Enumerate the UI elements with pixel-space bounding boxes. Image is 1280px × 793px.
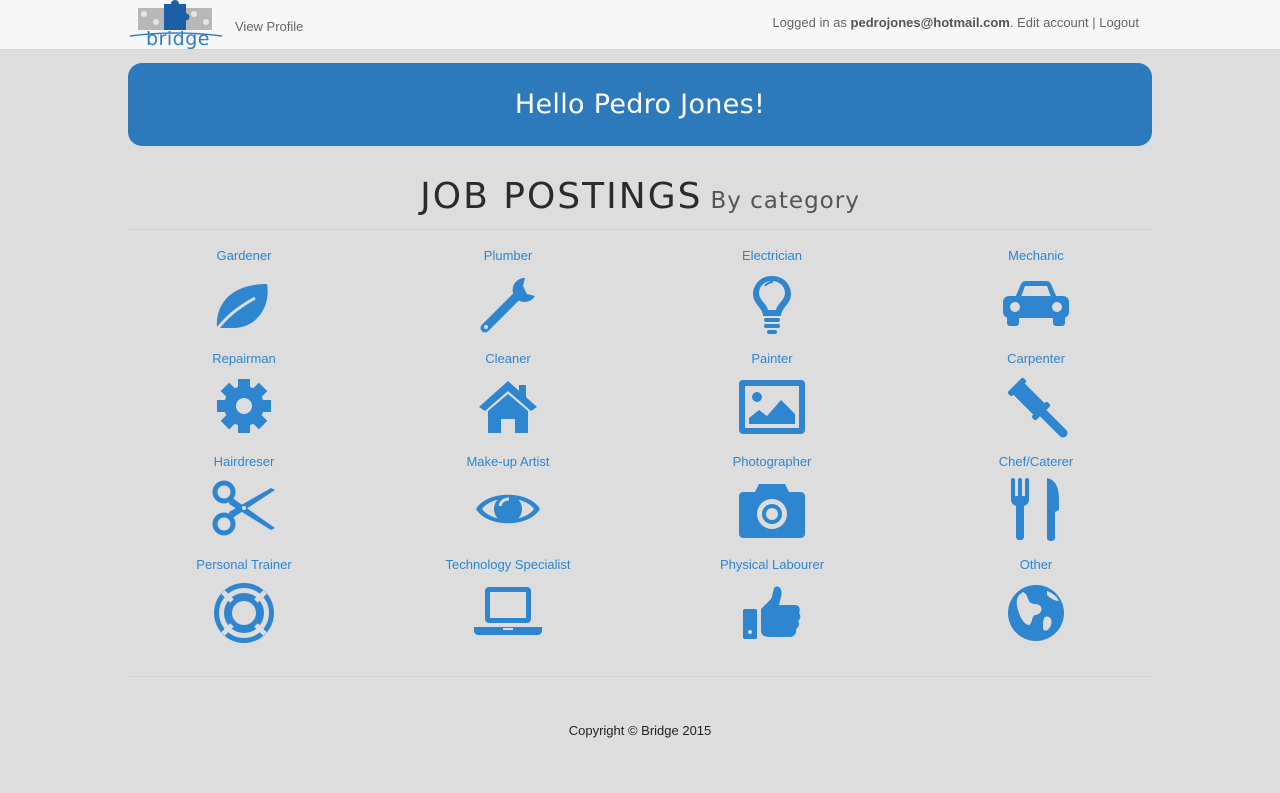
period: . xyxy=(1009,15,1018,30)
laptop-icon xyxy=(471,579,545,645)
category-repairman[interactable]: Repairman xyxy=(112,351,376,454)
scissors-icon xyxy=(207,476,281,542)
section-heading: JOB POSTINGS By category xyxy=(128,176,1152,217)
cutlery-icon xyxy=(999,476,1073,542)
account-status: Logged in as pedrojones@hotmail.com. Edi… xyxy=(772,15,1139,30)
category-makeup-artist[interactable]: Make-up Artist xyxy=(376,454,640,557)
picture-icon xyxy=(735,373,809,439)
category-hairdresser[interactable]: Hairdreser xyxy=(112,454,376,557)
category-painter[interactable]: Painter xyxy=(640,351,904,454)
category-gardener[interactable]: Gardener xyxy=(112,248,376,351)
camera-icon xyxy=(735,476,809,542)
separator: | xyxy=(1088,15,1100,30)
car-icon xyxy=(999,270,1073,336)
section-subtitle: By category xyxy=(710,188,860,214)
lightbulb-icon xyxy=(735,270,809,336)
category-label: Technology Specialist xyxy=(445,557,571,572)
category-label: Repairman xyxy=(212,351,276,366)
category-chef-caterer[interactable]: Chef/Caterer xyxy=(904,454,1168,557)
top-navbar: bridge View Profile Logged in as pedrojo… xyxy=(0,0,1280,50)
logo-text: bridge xyxy=(146,28,210,50)
category-label: Plumber xyxy=(483,248,533,263)
globe-icon xyxy=(999,579,1073,645)
category-personal-trainer[interactable]: Personal Trainer xyxy=(112,557,376,660)
category-label: Personal Trainer xyxy=(196,557,292,572)
category-label: Cleaner xyxy=(485,351,531,366)
divider-top xyxy=(128,229,1152,230)
category-label: Carpenter xyxy=(1007,351,1065,366)
category-label: Photographer xyxy=(732,454,812,469)
category-physical-labourer[interactable]: Physical Labourer xyxy=(640,557,904,660)
logged-in-prefix: Logged in as xyxy=(772,15,851,30)
category-label: Mechanic xyxy=(1008,248,1064,263)
leaf-icon xyxy=(207,270,281,336)
greeting-banner: Hello Pedro Jones! xyxy=(128,63,1152,146)
category-label: Painter xyxy=(751,351,793,366)
house-icon xyxy=(471,373,545,439)
bridge-logo[interactable]: bridge xyxy=(128,0,224,50)
category-mechanic[interactable]: Mechanic xyxy=(904,248,1168,351)
category-label: Electrician xyxy=(742,248,802,263)
category-label: Make-up Artist xyxy=(466,454,550,469)
category-label: Physical Labourer xyxy=(719,557,825,572)
category-electrician[interactable]: Electrician xyxy=(640,248,904,351)
thumbs-up-icon xyxy=(735,579,809,645)
lifebuoy-icon xyxy=(207,579,281,645)
category-label: Hairdreser xyxy=(213,454,275,469)
divider-bottom xyxy=(128,676,1152,677)
user-email: pedrojones@hotmail.com xyxy=(850,15,1010,30)
gavel-icon xyxy=(999,373,1073,439)
category-carpenter[interactable]: Carpenter xyxy=(904,351,1168,454)
category-plumber[interactable]: Plumber xyxy=(376,248,640,351)
category-grid: Gardener Plumber Electrician Mechanic Re… xyxy=(112,248,1168,660)
category-other[interactable]: Other xyxy=(904,557,1168,660)
edit-account-link[interactable]: Edit account xyxy=(1017,15,1089,30)
category-label: Chef/Caterer xyxy=(998,454,1074,469)
logout-link[interactable]: Logout xyxy=(1099,15,1139,30)
category-label: Gardener xyxy=(216,248,272,263)
category-technology-specialist[interactable]: Technology Specialist xyxy=(376,557,640,660)
wrench-icon xyxy=(471,270,545,336)
category-photographer[interactable]: Photographer xyxy=(640,454,904,557)
category-cleaner[interactable]: Cleaner xyxy=(376,351,640,454)
footer-copyright: Copyright © Bridge 2015 xyxy=(568,723,712,738)
greeting-text: Hello Pedro Jones! xyxy=(514,89,766,120)
view-profile-link[interactable]: View Profile xyxy=(235,19,303,34)
category-label: Other xyxy=(1019,557,1053,572)
eye-icon xyxy=(471,476,545,542)
gear-icon xyxy=(207,373,281,439)
section-title: JOB POSTINGS xyxy=(420,176,703,217)
